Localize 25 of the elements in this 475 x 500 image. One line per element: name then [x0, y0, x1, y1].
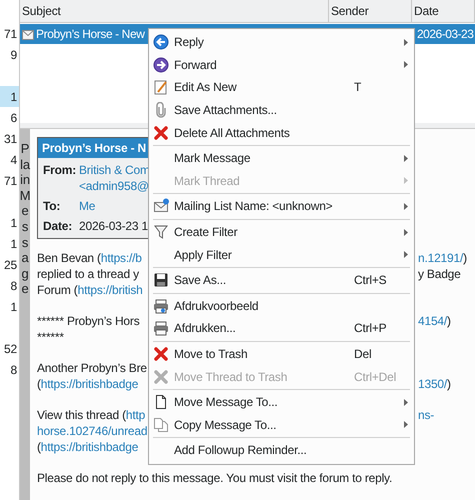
- body-text: View this thread (http: [37, 408, 146, 422]
- date-value: 2026-03-23 1: [79, 218, 148, 234]
- body-text: ****** Probyn’s Hors: [37, 314, 140, 328]
- body-text: 1350/): [418, 376, 451, 392]
- body-text: ******: [37, 330, 64, 344]
- field-label: To:: [43, 198, 62, 214]
- field-label: From:: [43, 162, 76, 179]
- body-text: (https://britishbadge: [37, 440, 138, 454]
- shortcut-text: Ctrl+P: [354, 320, 388, 338]
- body-text: Ben Bevan (https://b: [37, 251, 142, 265]
- body-text: Another Probyn’s Bre: [37, 361, 147, 375]
- message-subject: Probyn’s Horse - New: [36, 26, 144, 43]
- body-text: replied to a thread y: [37, 267, 139, 281]
- body-text: n.12191/): [418, 250, 467, 266]
- body-text: 4154/): [418, 313, 451, 329]
- shortcut-text: Ctrl+S: [354, 272, 388, 290]
- body-text: y Badge: [418, 266, 461, 282]
- shortcut-text: T: [354, 79, 362, 96]
- body-text: Forum (https://british: [37, 283, 143, 297]
- shortcut-text: Ctrl+Del: [354, 368, 398, 386]
- body-text: (https://britishbadge: [37, 377, 138, 391]
- shortcut-text: Del: [354, 346, 372, 364]
- message-date: 2026-03-23: [417, 26, 474, 43]
- body-text: Please do not reply to this message. You must visit the forum to reply.: [37, 471, 392, 485]
- field-label: Date:: [43, 218, 74, 234]
